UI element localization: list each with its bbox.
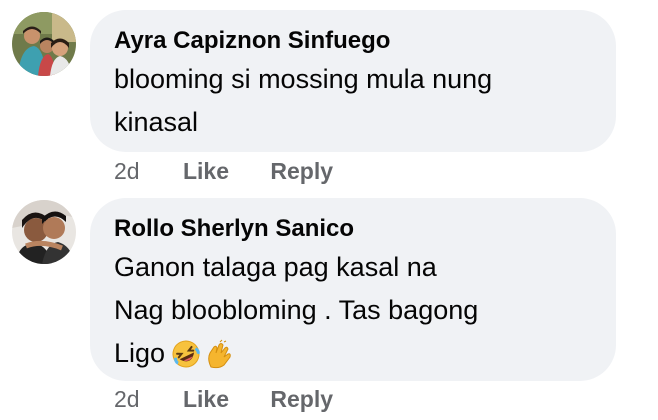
avatar-photo-icon bbox=[12, 200, 76, 264]
comment-text-line: Nag bloobloming . Tas bagong bbox=[114, 295, 479, 325]
avatar[interactable] bbox=[12, 200, 76, 264]
comment-text-line: Ligo bbox=[114, 338, 166, 368]
rolling-laughing-emoji-icon bbox=[171, 339, 201, 382]
pinching-hand-emoji-icon bbox=[205, 339, 233, 382]
comment-author[interactable]: Rollo Sherlyn Sanico bbox=[114, 214, 590, 244]
comment-text-last-line: Ligo bbox=[114, 332, 590, 382]
comment-bubble: Rollo Sherlyn Sanico Ganon talaga pag ka… bbox=[90, 198, 616, 381]
comment-text-line: Ganon talaga pag kasal na bbox=[114, 252, 437, 282]
like-button[interactable]: Like bbox=[183, 384, 229, 414]
comment-text: Ganon talaga pag kasal na Nag blooblomin… bbox=[114, 246, 590, 382]
comment-actions: 2d Like Reply bbox=[114, 384, 333, 414]
comment-item: Rollo Sherlyn Sanico Ganon talaga pag ka… bbox=[0, 0, 658, 420]
comment-timestamp[interactable]: 2d bbox=[114, 384, 140, 414]
reply-button[interactable]: Reply bbox=[270, 384, 333, 414]
